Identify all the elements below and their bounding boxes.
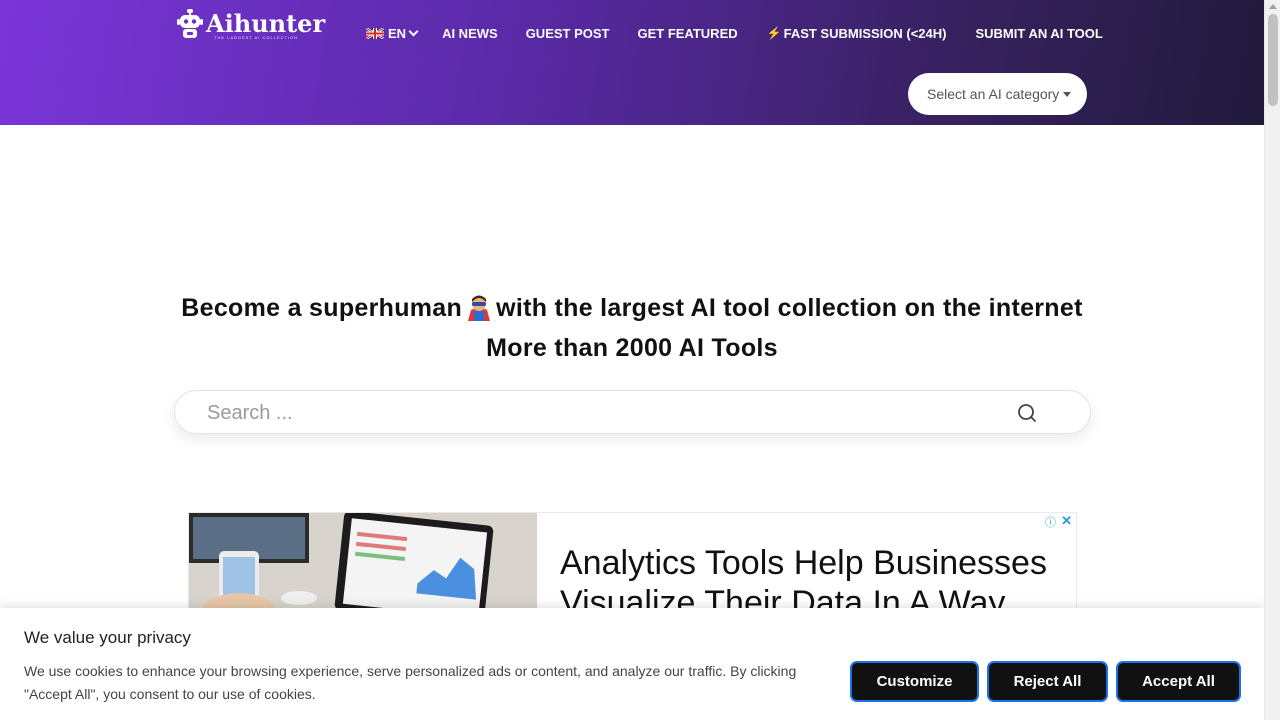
reject-all-button[interactable]: Reject All bbox=[987, 661, 1108, 702]
scrollbar[interactable] bbox=[1264, 0, 1280, 720]
category-select-value: Select an AI category bbox=[927, 86, 1060, 102]
category-select[interactable]: Select an AI category bbox=[908, 73, 1087, 115]
caret-down-icon bbox=[1063, 91, 1072, 97]
hero-heading: Become a superhuman with the largest AI … bbox=[0, 293, 1264, 323]
logo-tagline: THE LARGEST AI COLLECTION bbox=[214, 35, 299, 40]
nav-ai-news[interactable]: AI NEWS bbox=[442, 26, 498, 41]
superhero-emoji-icon bbox=[468, 295, 491, 321]
page: Aihunter THE LARGEST AI COLLECTION EN AI… bbox=[0, 0, 1280, 720]
ad-close-icon[interactable]: ✕ bbox=[1061, 513, 1072, 529]
main-nav: EN AI NEWS GUEST POST GET FEATURED ⚡ FAS… bbox=[366, 24, 1103, 42]
language-label: EN bbox=[388, 25, 407, 41]
uk-flag-icon bbox=[366, 27, 384, 39]
nav-guest-post[interactable]: GUEST POST bbox=[526, 26, 610, 41]
hero-heading-start: Become a superhuman bbox=[181, 294, 463, 322]
logo-text: Aihunter bbox=[206, 9, 326, 38]
scroll-up-arrow-icon[interactable] bbox=[1269, 4, 1277, 9]
nav-get-featured[interactable]: GET FEATURED bbox=[637, 26, 737, 41]
hero-subheading: More than 2000 AI Tools bbox=[486, 334, 778, 362]
scrollbar-thumb[interactable] bbox=[1268, 14, 1278, 106]
hero-heading-end: with the largest AI tool collection on t… bbox=[496, 294, 1083, 322]
ad-info-icon[interactable]: ⓘ bbox=[1045, 514, 1056, 530]
language-switcher[interactable]: EN bbox=[366, 25, 419, 41]
lightning-icon: ⚡ bbox=[766, 26, 782, 40]
robot-logo-icon bbox=[177, 9, 203, 38]
search-input[interactable] bbox=[207, 399, 1007, 427]
search-icon[interactable] bbox=[1017, 403, 1037, 423]
nav-fast-submission-label: FAST SUBMISSION (<24H) bbox=[783, 25, 947, 41]
search-bar bbox=[174, 390, 1091, 434]
accept-all-button[interactable]: Accept All bbox=[1116, 661, 1241, 702]
cookie-banner: We value your privacy We use cookies to … bbox=[0, 608, 1264, 720]
cookie-title: We value your privacy bbox=[24, 628, 191, 647]
cookie-text: We use cookies to enhance your browsing … bbox=[24, 663, 797, 702]
nav-fast-submission[interactable]: ⚡ FAST SUBMISSION (<24H) bbox=[767, 26, 947, 41]
customize-button[interactable]: Customize bbox=[850, 661, 979, 702]
nav-submit-tool[interactable]: SUBMIT AN AI TOOL bbox=[975, 26, 1102, 41]
chevron-down-icon bbox=[408, 26, 419, 36]
site-header: Aihunter THE LARGEST AI COLLECTION EN AI… bbox=[0, 0, 1264, 125]
site-logo[interactable]: Aihunter THE LARGEST AI COLLECTION bbox=[176, 8, 325, 40]
